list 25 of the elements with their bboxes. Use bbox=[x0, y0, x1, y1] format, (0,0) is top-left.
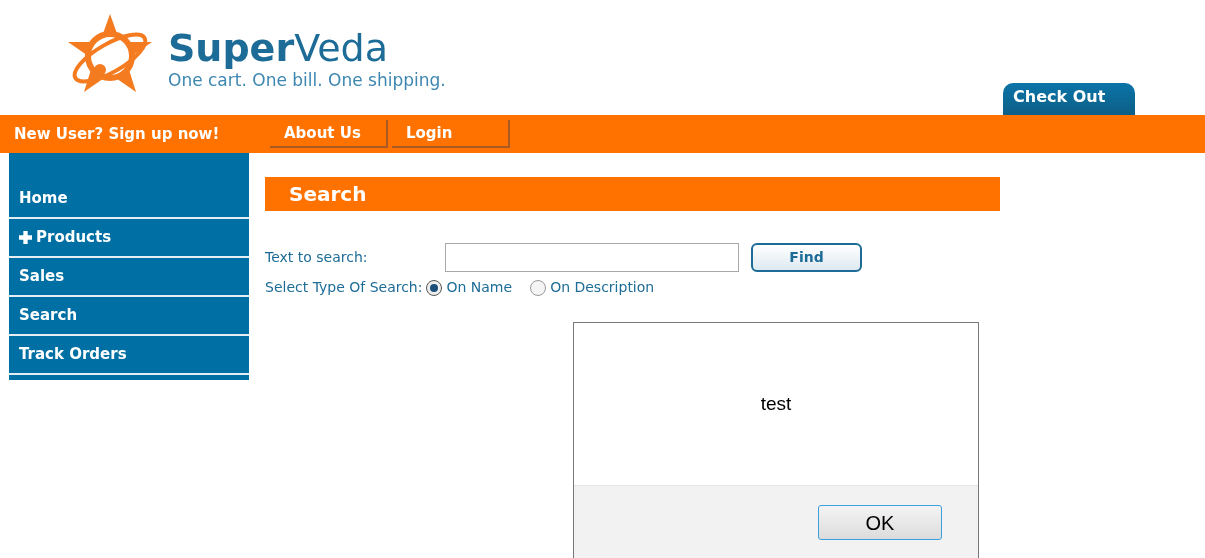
brand-name: SuperVeda bbox=[168, 26, 389, 70]
ok-button[interactable]: OK bbox=[818, 505, 942, 540]
sidebar-item[interactable]: Search bbox=[9, 297, 249, 336]
sidebar-item[interactable]: Products bbox=[9, 219, 249, 258]
search-field[interactable] bbox=[445, 242, 739, 272]
field-label: Text to search: bbox=[265, 247, 369, 267]
dialog-message: test bbox=[760, 391, 792, 416]
sidebar-item[interactable]: Home bbox=[9, 180, 249, 219]
field-label: Select Type Of Search: bbox=[265, 278, 423, 297]
sidebar-item-label: Search bbox=[19, 305, 78, 327]
radio-label: On Name bbox=[446, 278, 513, 297]
sidebar-item[interactable]: Track Orders bbox=[9, 336, 249, 375]
radio-button[interactable] bbox=[426, 279, 443, 296]
brand-tagline: One cart. One bill. One shipping. bbox=[168, 70, 446, 90]
section-heading: Search bbox=[289, 181, 367, 208]
sidebar-item[interactable]: Sales bbox=[9, 258, 249, 297]
sidebar-item-label: Home bbox=[19, 188, 68, 210]
radio-label: On Description bbox=[550, 278, 655, 297]
find-button[interactable]: Find bbox=[751, 242, 862, 272]
sidebar-item-label: Products bbox=[36, 227, 112, 249]
plus-icon bbox=[19, 231, 32, 244]
sidebar-item-label: Track Orders bbox=[19, 344, 127, 366]
radio-button[interactable] bbox=[530, 279, 547, 296]
checkout-tab[interactable]: Check Out bbox=[1003, 83, 1135, 115]
sidebar-item-label: Sales bbox=[19, 266, 65, 288]
